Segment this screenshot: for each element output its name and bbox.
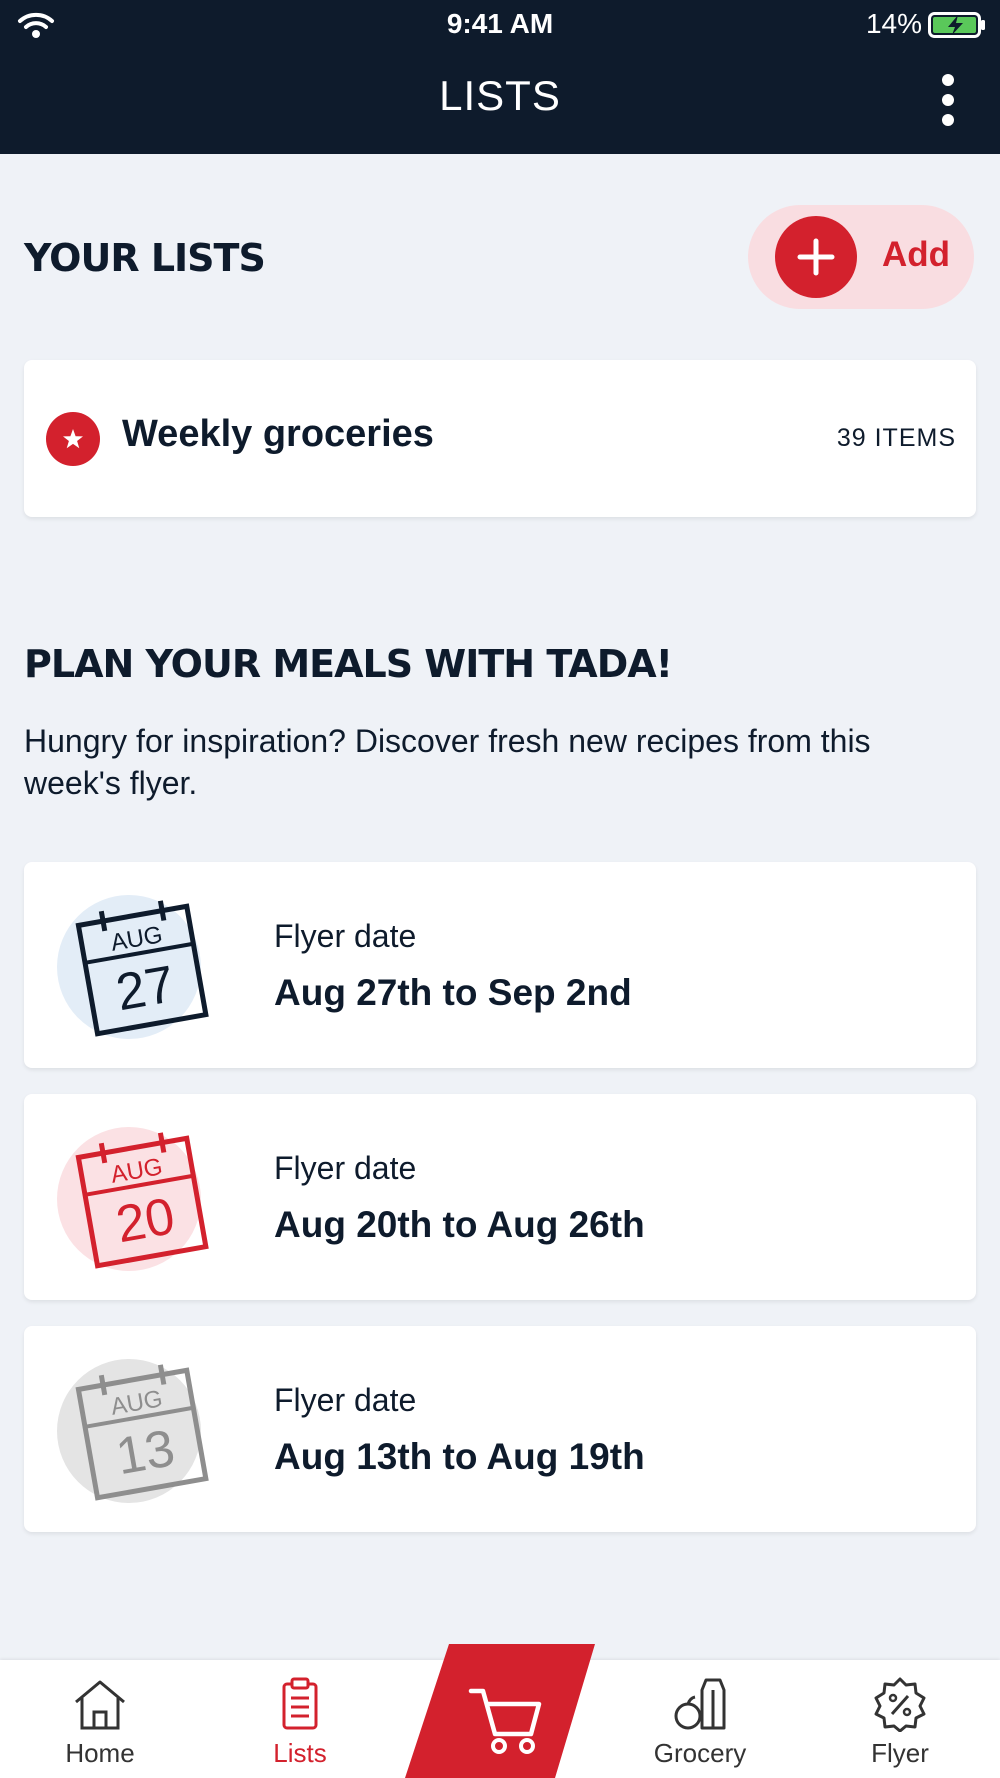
flyer-card[interactable]: AUG 20 Flyer date Aug 20th to Aug 26th — [24, 1094, 976, 1300]
calendar-icon: AUG 20 — [57, 1127, 209, 1271]
more-options-icon[interactable] — [936, 74, 960, 126]
list-name: Weekly groceries — [122, 413, 434, 455]
top-bar: 9:41 AM 14% LISTS — [0, 0, 1000, 154]
nav-flyer-label: Flyer — [871, 1738, 929, 1768]
nav-flyer[interactable]: Flyer — [800, 1660, 1000, 1778]
flyer-date-range: Aug 13th to Aug 19th — [274, 1436, 645, 1477]
calendar-icon: AUG 13 — [57, 1359, 209, 1503]
nav-grocery-label: Grocery — [653, 1738, 747, 1768]
flyer-date-range: Aug 20th to Aug 26th — [274, 1204, 645, 1245]
star-icon — [46, 412, 100, 466]
flyer-card[interactable]: AUG 13 Flyer date Aug 13th to Aug 19th — [24, 1326, 976, 1532]
battery-icon — [928, 12, 985, 38]
plus-icon — [775, 216, 857, 298]
add-list-button[interactable]: Add — [748, 205, 974, 309]
your-lists-heading: YOUR LISTS — [24, 236, 266, 280]
flyer-date-label: Flyer date — [274, 1150, 417, 1186]
nav-lists[interactable]: Lists — [200, 1660, 400, 1778]
nav-home[interactable]: Home — [0, 1660, 200, 1778]
cart-button[interactable] — [405, 1644, 595, 1778]
clipboard-icon — [282, 1677, 318, 1730]
flyer-date-label: Flyer date — [274, 1382, 417, 1418]
svg-text:27: 27 — [112, 955, 179, 1022]
plan-meals-description: Hungry for inspiration? Discover fresh n… — [24, 723, 871, 801]
flyer-date-range: Aug 27th to Sep 2nd — [274, 972, 632, 1013]
add-list-label: Add — [882, 235, 951, 274]
flyer-card[interactable]: AUG 27 Flyer date Aug 27th to Sep 2nd — [24, 862, 976, 1068]
page-title: LISTS — [439, 72, 561, 119]
discount-badge-icon — [874, 1677, 926, 1732]
battery-percent: 14% — [865, 8, 922, 39]
svg-text:13: 13 — [112, 1419, 179, 1486]
nav-home-label: Home — [65, 1738, 135, 1768]
plan-meals-heading: PLAN YOUR MEALS WITH TADA! — [24, 642, 673, 686]
calendar-icon: AUG 27 — [57, 895, 209, 1039]
nav-lists-label: Lists — [273, 1738, 327, 1768]
nav-grocery[interactable]: Grocery — [600, 1660, 800, 1778]
home-icon — [75, 1680, 125, 1730]
list-item-count: 39 ITEMS — [836, 424, 956, 452]
flyer-date-label: Flyer date — [274, 918, 417, 954]
grocery-icon — [674, 1678, 726, 1730]
status-time: 9:41 AM — [446, 8, 554, 39]
svg-text:20: 20 — [112, 1187, 179, 1254]
list-item[interactable]: Weekly groceries 39 ITEMS — [24, 360, 976, 517]
